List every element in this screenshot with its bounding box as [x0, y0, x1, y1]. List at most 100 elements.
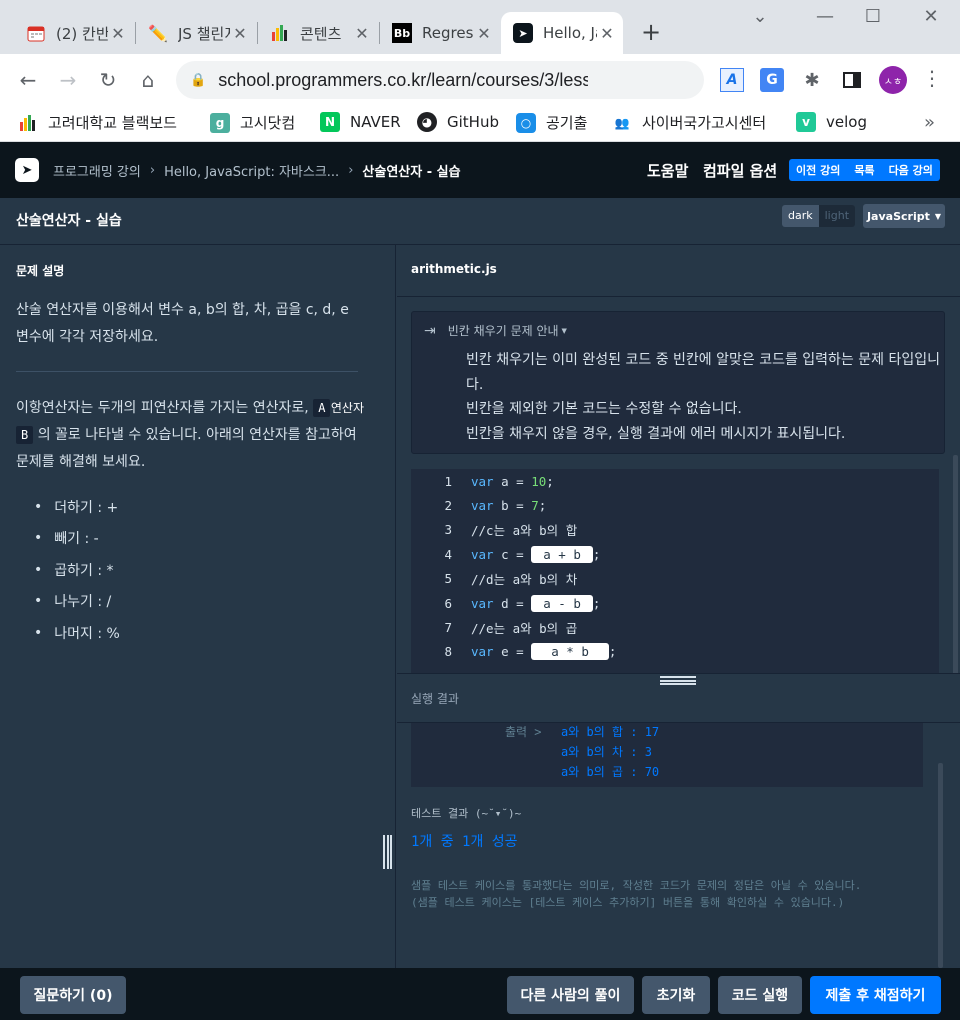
close-icon[interactable]: ✕ [108, 24, 128, 43]
google-translate-icon[interactable]: G [760, 68, 784, 92]
bookmark-item[interactable]: 고려대학교 블랙보드 [18, 112, 177, 133]
close-icon[interactable]: ✕ [230, 24, 250, 43]
output-line: a와 b의 차 : 3 [561, 745, 652, 759]
back-arrow-icon[interactable]: ← [16, 68, 40, 92]
operator-explanation: 이항연산자는 두개의 피연산자를 가지는 연산자로, A 연산자 B 의 꼴로 … [16, 395, 366, 476]
home-icon[interactable]: ⌂ [136, 68, 160, 92]
close-icon[interactable]: ✕ [597, 24, 617, 43]
enter-icon: ⇥ [424, 322, 436, 339]
chevron-right-icon: › [149, 163, 156, 178]
guide-line: 빈칸을 채우지 않을 경우, 실행 결과에 에러 메시지가 표시됩니다. [466, 425, 846, 442]
list-button[interactable]: 목록 [847, 162, 881, 178]
file-tab: arithmetic.js [397, 245, 960, 297]
theme-light-button[interactable]: light [818, 205, 856, 227]
bookmark-label: GitHub [447, 113, 499, 131]
horizontal-resize-handle[interactable] [660, 676, 696, 685]
reset-button[interactable]: 초기화 [642, 976, 710, 1014]
reload-icon[interactable]: ↻ [96, 68, 120, 92]
browser-tab[interactable]: ✏️ JS 챌린지 ✕ [136, 12, 256, 54]
side-panel-icon[interactable] [840, 68, 864, 92]
line-number: 2 [444, 497, 452, 513]
compile-options-link[interactable]: 컴파일 옵션 [703, 160, 777, 181]
bookmark-item[interactable]: g 고시닷컴 [210, 112, 295, 133]
bookmark-item[interactable]: ◕ GitHub [417, 112, 499, 132]
address-bar[interactable]: 🔒 school.programmers.co.kr/learn/courses… [176, 61, 704, 99]
blank-input[interactable]: a + b [531, 545, 593, 563]
minimize-icon[interactable]: — [810, 6, 840, 27]
output-box: 출력 > a와 b의 합 : 17 a와 b의 차 : 3 a와 b의 곱 : … [411, 723, 923, 787]
more-menu-icon[interactable]: ⋮ [922, 66, 942, 90]
tab-title: Regression [422, 24, 474, 42]
browser-tab-strip: (2) 칸반 ✕ ✏️ JS 챌린지 ✕ 콘텐츠 ✕ Bb Regression… [0, 0, 960, 54]
blank-input[interactable]: a * b [531, 642, 609, 660]
operator: = [516, 497, 524, 513]
operator-list: 더하기 : + 빼기 : - 곱하기 : * 나누기 : / 나머지 : % [34, 491, 120, 649]
breadcrumb-item[interactable]: Hello, JavaScript: 자바스크... [164, 161, 339, 180]
editor-scrollbar[interactable] [953, 455, 958, 675]
close-icon[interactable]: ✕ [474, 24, 494, 43]
code-comment: //e는 a와 b의 곱 [471, 620, 578, 636]
url-text[interactable]: school.programmers.co.kr/learn/courses/3… [218, 70, 588, 91]
blank-input[interactable]: a - b [531, 594, 593, 612]
avatar[interactable]: ㅅㅎ [879, 66, 907, 94]
bookmark-label: velog [826, 113, 867, 131]
divider [16, 371, 358, 372]
language-select[interactable]: JavaScript ▼ [863, 204, 945, 228]
operator: = [516, 595, 524, 611]
guide-header[interactable]: ⇥ 빈칸 채우기 문제 안내 ▼ [424, 322, 567, 339]
prev-lesson-button[interactable]: 이전 강의 [789, 162, 847, 178]
chevron-right-icon: › [348, 163, 354, 178]
help-link[interactable]: 도움말 [647, 160, 688, 181]
problem-description: 산술 연산자를 이용해서 변수 a, b의 합, 차, 곱을 c, d, e 변… [16, 302, 349, 345]
code-line: 7 //e는 a와 b의 곱 [411, 617, 939, 637]
browser-tab[interactable]: (2) 칸반 ✕ [14, 12, 134, 54]
lesson-nav-group: 이전 강의 목록 다음 강의 [789, 159, 940, 181]
breadcrumb-item[interactable]: 프로그래밍 강의 [53, 161, 141, 180]
bookmark-item[interactable]: v velog [796, 112, 867, 132]
github-icon: ◕ [417, 112, 437, 132]
tab-title: Hello, JavaScript [543, 24, 597, 42]
text: 의 꼴로 나타낼 수 있습니다. 아래의 연산자를 참고하여 문제를 해결해 보… [16, 427, 357, 470]
new-tab-icon[interactable]: + [638, 18, 664, 46]
fill-blank-guide: ⇥ 빈칸 채우기 문제 안내 ▼ 빈칸 채우기는 이미 완성된 코드 중 빈칸에… [411, 311, 945, 454]
others-solutions-button[interactable]: 다른 사람의 풀이 [507, 976, 634, 1014]
identifier: b [493, 497, 517, 513]
output-line: a와 b의 곱 : 70 [561, 765, 660, 779]
identifier: a [493, 473, 517, 489]
vertical-resize-handle[interactable] [383, 835, 392, 869]
semicolon: ; [538, 497, 547, 513]
translate-extension-icon[interactable]: A [720, 68, 744, 92]
chevron-down-icon[interactable]: ⌄ [745, 6, 775, 27]
close-window-icon[interactable]: ✕ [916, 6, 946, 27]
code-line: 3 //c는 a와 b의 합 [411, 519, 939, 539]
forward-arrow-icon[interactable]: → [56, 68, 80, 92]
bar-chart-icon [18, 113, 38, 133]
run-code-button[interactable]: 코드 실행 [718, 976, 802, 1014]
operator: = [516, 473, 524, 489]
bookmark-item[interactable]: ○ 공기출 [516, 112, 587, 133]
ask-question-button[interactable]: 질문하기 (0) [20, 976, 126, 1014]
code-line: 1 var a = 10; [411, 471, 939, 491]
tab-title: 콘텐츠 [300, 24, 342, 43]
close-icon[interactable]: ✕ [352, 24, 372, 43]
browser-tab[interactable]: Bb Regression ✕ [380, 12, 500, 54]
code-editor[interactable]: 1 var a = 10; 2 var b = 7; 3 //c는 a와 b의 … [411, 469, 939, 673]
result-scrollbar[interactable] [938, 763, 943, 968]
bookmark-item[interactable]: N NAVER [320, 112, 401, 132]
browser-tab[interactable]: 콘텐츠 ✕ [258, 12, 378, 54]
browser-tab-active[interactable]: ➤ Hello, JavaScript ✕ [501, 12, 623, 54]
next-lesson-button[interactable]: 다음 강의 [882, 162, 940, 178]
puzzle-icon[interactable]: ✱ [800, 68, 824, 92]
page-title: 산술연산자 - 실습 [16, 213, 122, 229]
gosi-icon: g [210, 112, 230, 133]
velog-icon: v [796, 112, 816, 132]
programmers-logo-icon[interactable]: ➤ [15, 158, 39, 182]
note-line: (샘플 테스트 케이스는 [테스트 케이스 추가하기] 버튼을 통해 확인하실 … [411, 896, 845, 909]
maximize-icon[interactable]: ☐ [858, 6, 888, 27]
theme-dark-button[interactable]: dark [782, 205, 819, 227]
code-line: 8 var e = a * b; [411, 641, 939, 661]
submit-button[interactable]: 제출 후 채점하기 [810, 976, 941, 1014]
semicolon: ; [592, 546, 601, 562]
bookmark-item[interactable]: 👥 사이버국가고시센터 [612, 112, 767, 133]
chevron-right-double-icon[interactable]: » [924, 112, 935, 133]
